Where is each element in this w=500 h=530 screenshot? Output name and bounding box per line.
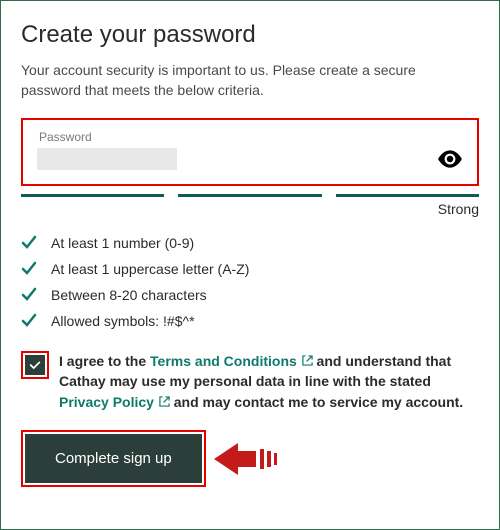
strength-label: Strong	[21, 201, 479, 217]
consent-row: I agree to the Terms and Conditions and …	[21, 351, 479, 412]
strength-bar-1	[21, 194, 164, 197]
criteria-item: At least 1 uppercase letter (A-Z)	[21, 261, 479, 277]
strength-bar-2	[178, 194, 321, 197]
check-icon	[21, 313, 37, 329]
criteria-text: At least 1 uppercase letter (A-Z)	[51, 261, 249, 277]
strength-bar-3	[336, 194, 479, 197]
criteria-list: At least 1 number (0-9) At least 1 upper…	[21, 235, 479, 329]
consent-suffix: and may contact me to service my account…	[170, 394, 463, 410]
external-link-icon	[302, 355, 313, 366]
criteria-text: Between 8-20 characters	[51, 287, 207, 303]
checkmark-icon	[28, 358, 42, 372]
external-link-icon	[159, 396, 170, 407]
consent-prefix: I agree to the	[59, 353, 150, 369]
page-title: Create your password	[21, 21, 479, 49]
password-input[interactable]	[37, 148, 177, 170]
terms-link[interactable]: Terms and Conditions	[150, 353, 297, 369]
submit-row: Complete sign up	[21, 430, 479, 487]
criteria-text: Allowed symbols: !#$^*	[51, 313, 195, 329]
complete-signup-button[interactable]: Complete sign up	[25, 434, 202, 483]
password-field-highlight: Password	[21, 118, 479, 186]
criteria-item: At least 1 number (0-9)	[21, 235, 479, 251]
strength-bars	[21, 194, 479, 197]
consent-checkbox[interactable]	[25, 355, 45, 375]
consent-text: I agree to the Terms and Conditions and …	[59, 351, 479, 412]
checkbox-highlight	[21, 351, 49, 379]
check-icon	[21, 261, 37, 277]
criteria-item: Between 8-20 characters	[21, 287, 479, 303]
password-label: Password	[37, 130, 463, 144]
privacy-link[interactable]: Privacy Policy	[59, 394, 154, 410]
check-icon	[21, 287, 37, 303]
arrow-left-icon	[214, 441, 278, 477]
eye-icon[interactable]	[437, 150, 463, 168]
criteria-text: At least 1 number (0-9)	[51, 235, 194, 251]
page-subtitle: Your account security is important to us…	[21, 61, 479, 100]
submit-highlight: Complete sign up	[21, 430, 206, 487]
check-icon	[21, 235, 37, 251]
criteria-item: Allowed symbols: !#$^*	[21, 313, 479, 329]
